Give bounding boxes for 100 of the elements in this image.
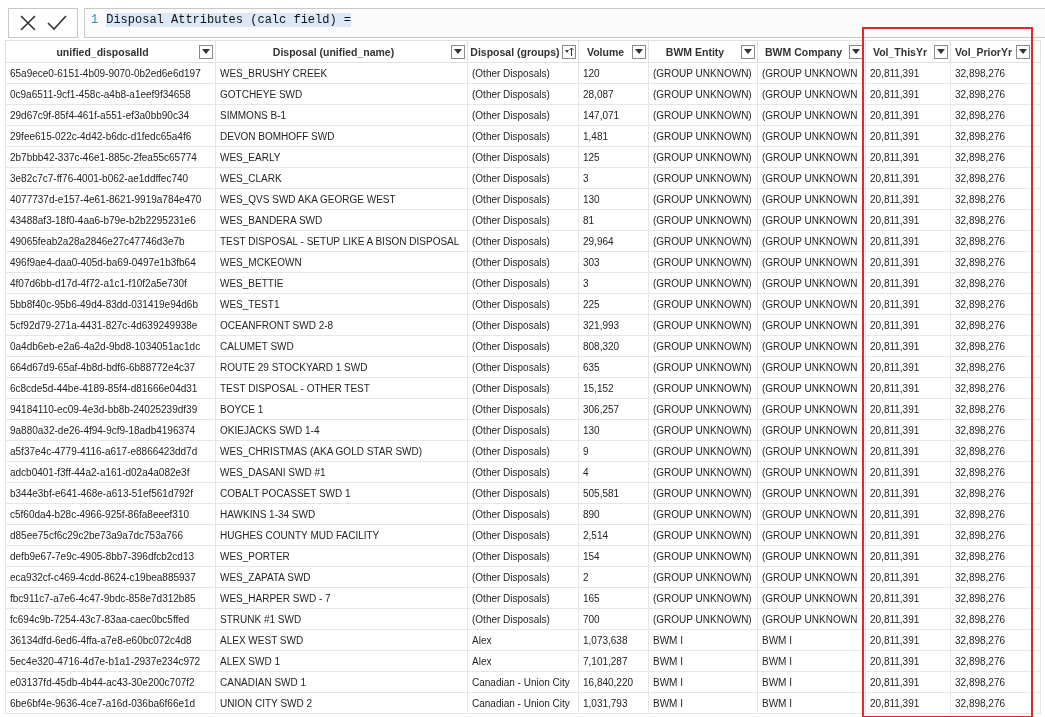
table-cell: (GROUP UNKNOWN xyxy=(762,613,858,625)
table-cell: (Other Disposals) xyxy=(472,214,550,226)
table-cell: 808,320 xyxy=(583,340,620,352)
table-cell: (GROUP UNKNOWN xyxy=(762,508,858,520)
column-header: BWM Entity xyxy=(664,45,726,58)
table-cell: (GROUP UNKNOWN xyxy=(762,109,858,121)
table-cell: 20,811,391 xyxy=(870,655,920,667)
table-cell: (GROUP UNKNOWN xyxy=(762,487,858,499)
table-cell: (GROUP UNKNOWN xyxy=(762,361,858,373)
table-cell: (Other Disposals) xyxy=(472,550,550,562)
table-cell: 32,898,276 xyxy=(955,151,1006,163)
table-cell: 635 xyxy=(583,361,600,373)
table-cell: (GROUP UNKNOWN xyxy=(762,403,858,415)
table-cell: (GROUP UNKNOWN xyxy=(762,214,858,226)
table-cell: (Other Disposals) xyxy=(472,193,550,205)
table-cell: 32,898,276 xyxy=(955,571,1006,583)
table-cell: 20,811,391 xyxy=(870,340,920,352)
table-cell: 1,481 xyxy=(583,130,609,142)
table-cell: 32,898,276 xyxy=(955,487,1006,499)
table-cell: 32,898,276 xyxy=(955,466,1006,478)
table-cell: BWM I xyxy=(653,676,683,688)
table-cell: (Other Disposals) xyxy=(472,151,550,163)
table-cell: OCEANFRONT SWD 2-8 xyxy=(220,319,334,331)
table-cell: 303 xyxy=(583,256,600,268)
table-cell: 32,898,276 xyxy=(955,529,1006,541)
table-cell: (GROUP UNKNOWN xyxy=(762,445,858,457)
table-cell: 890 xyxy=(583,508,600,520)
table-cell: (GROUP UNKNOWN) xyxy=(653,298,752,310)
table-cell: (GROUP UNKNOWN xyxy=(762,151,858,163)
table-cell: (GROUP UNKNOWN) xyxy=(653,382,752,394)
table-cell: Alex xyxy=(472,655,492,667)
table-cell: WES_EARLY xyxy=(220,151,281,163)
table-cell: (GROUP UNKNOWN) xyxy=(653,403,752,415)
table-cell: (GROUP UNKNOWN xyxy=(762,67,858,79)
table-cell: 0a4db6eb-e2a6-4a2d-9bd8-1034051ac1dc xyxy=(10,340,201,352)
table-cell: 32,898,276 xyxy=(955,403,1006,415)
table-cell: (GROUP UNKNOWN) xyxy=(653,508,752,520)
table-cell: (Other Disposals) xyxy=(472,466,550,478)
column-header: Volume xyxy=(585,45,626,58)
table-cell: 3 xyxy=(583,277,589,289)
table-cell: WES_ZAPATA SWD xyxy=(220,571,311,583)
table-cell: 20,811,391 xyxy=(870,592,920,604)
table-cell: (Other Disposals) xyxy=(472,487,550,499)
table-cell: 20,811,391 xyxy=(870,550,920,562)
table-cell: 32,898,276 xyxy=(955,256,1006,268)
table-cell: 65a9ece0-6151-4b09-9070-0b2ed6e6d197 xyxy=(10,67,201,79)
table-cell: (GROUP UNKNOWN) xyxy=(653,487,752,499)
table-cell: 20,811,391 xyxy=(870,193,920,205)
table-cell: 49065feab2a28a2846e27c47746d3e7b xyxy=(10,235,185,247)
table-cell: COBALT POCASSET SWD 1 xyxy=(220,487,351,499)
table-cell: 20,811,391 xyxy=(870,256,920,268)
table-cell: 20,811,391 xyxy=(870,613,920,625)
table-cell: 32,898,276 xyxy=(955,697,1006,709)
table-cell: 20,811,391 xyxy=(870,445,920,457)
table-cell: 3e82c7c7-ff76-4001-b062-ae1ddffec740 xyxy=(10,172,189,184)
table-cell: (Other Disposals) xyxy=(472,277,550,289)
table-cell: BOYCE 1 xyxy=(220,403,264,415)
table-cell: 32,898,276 xyxy=(955,193,1006,205)
table-cell: (GROUP UNKNOWN xyxy=(762,592,858,604)
table-cell: ALEX WEST SWD xyxy=(220,634,304,646)
table-cell: WES_BANDERA SWD xyxy=(220,214,323,226)
table-cell: (Other Disposals) xyxy=(472,172,550,184)
table-cell: 505,581 xyxy=(583,487,620,499)
table-cell: (GROUP UNKNOWN) xyxy=(653,466,752,478)
table-cell: 130 xyxy=(583,424,600,436)
table-cell: 32,898,276 xyxy=(955,445,1006,457)
table-cell: (Other Disposals) xyxy=(472,424,550,436)
table-cell: TEST DISPOSAL - SETUP LIKE A BISON DISPOSAL xyxy=(220,235,460,247)
table-cell: adcb0401-f3ff-44a2-a161-d02a4a082e3f xyxy=(10,466,190,478)
table-cell: (Other Disposals) xyxy=(472,508,550,520)
table-cell: BWM I xyxy=(762,697,792,709)
table-cell: 32,898,276 xyxy=(955,109,1006,121)
formula-editor[interactable]: 1 Disposal Attributes (calc field) = xyxy=(84,8,1045,38)
table-cell: (GROUP UNKNOWN) xyxy=(653,550,752,562)
table-cell: (Other Disposals) xyxy=(472,340,550,352)
table-cell: 32,898,276 xyxy=(955,319,1006,331)
table-cell: 28,087 xyxy=(583,88,614,100)
table-cell: 20,811,391 xyxy=(870,319,920,331)
table-cell: WES_PORTER xyxy=(220,550,290,562)
table-cell: DEVON BOMHOFF SWD xyxy=(220,130,335,142)
table-cell: (GROUP UNKNOWN) xyxy=(653,193,752,205)
table-cell: (GROUP UNKNOWN) xyxy=(653,214,752,226)
table-cell: 0c9a6511-9cf1-458c-a4b8-a1eef9f34658 xyxy=(10,88,191,100)
table-cell: (GROUP UNKNOWN xyxy=(762,571,858,583)
table-cell: 20,811,391 xyxy=(870,487,920,499)
table-cell: 20,811,391 xyxy=(870,361,920,373)
table-cell: (Other Disposals) xyxy=(472,256,550,268)
table-cell: 1,031,793 xyxy=(583,697,628,709)
table-cell: CALUMET SWD xyxy=(220,340,294,352)
table-cell: 32,898,276 xyxy=(955,655,1006,667)
table-cell: 29fee615-022c-4d42-b6dc-d1fedc65a4f6 xyxy=(10,130,192,142)
table-cell: STRUNK #1 SWD xyxy=(220,613,302,625)
table-cell: 2b7bbb42-337c-46e1-885c-2fea55c65774 xyxy=(10,151,197,163)
table-cell: (Other Disposals) xyxy=(472,592,550,604)
table-cell: (Other Disposals) xyxy=(472,382,550,394)
table-cell: HUGHES COUNTY MUD FACILITY xyxy=(220,529,380,541)
table-cell: 20,811,391 xyxy=(870,130,920,142)
formula-text: Disposal Attributes (calc field) = xyxy=(106,13,352,27)
table-cell: 20,811,391 xyxy=(870,214,920,226)
table-cell: WES_TEST1 xyxy=(220,298,280,310)
